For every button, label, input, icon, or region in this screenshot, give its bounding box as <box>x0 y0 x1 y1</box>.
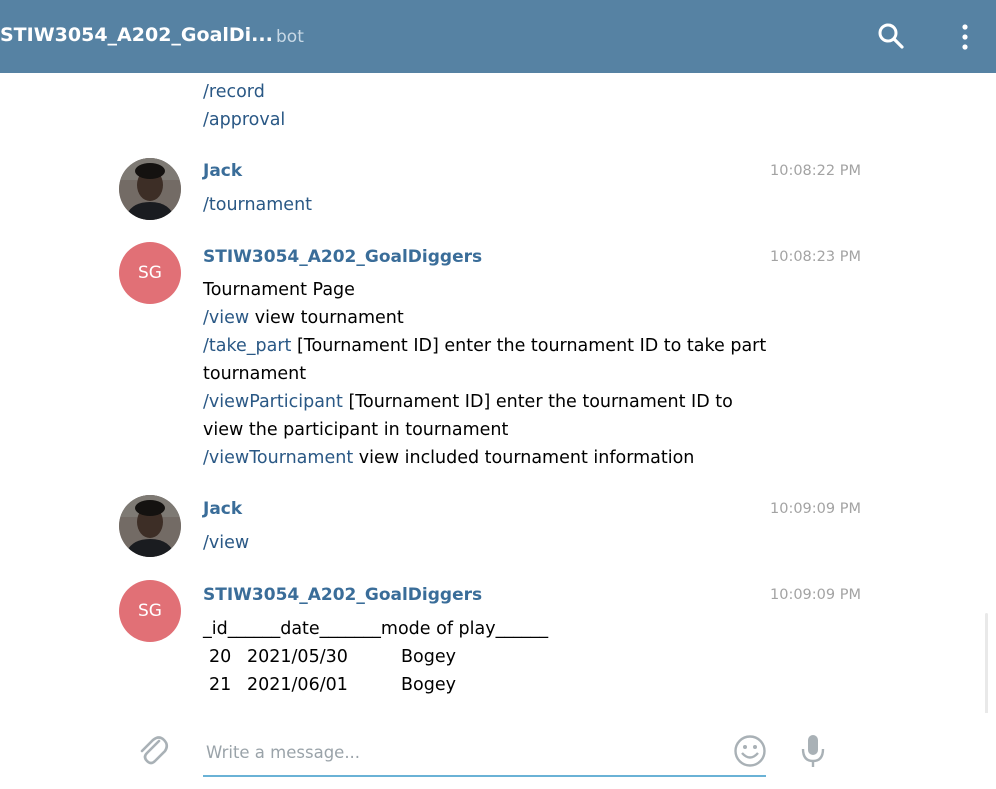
command-link[interactable]: /viewParticipant <box>203 392 343 412</box>
emoji-icon[interactable] <box>733 734 767 772</box>
message-line: /viewParticipant [Tournament ID] enter t… <box>203 388 733 416</box>
row-id: 20 <box>209 647 232 667</box>
row-date: 2021/06/01 <box>247 675 348 695</box>
search-icon[interactable] <box>877 22 905 54</box>
message-line: /take_part [Tournament ID] enter the tou… <box>203 332 766 360</box>
message-time: 10:09:09 PM <box>770 501 861 517</box>
message-line: view the participant in tournament <box>203 420 509 440</box>
command-link[interactable]: /record <box>203 82 265 102</box>
message-line[interactable]: /tournament <box>203 191 312 219</box>
sender-name[interactable]: Jack <box>203 161 242 181</box>
avatar[interactable] <box>119 158 181 220</box>
command-link[interactable]: /take_part <box>203 336 291 356</box>
message-composer <box>0 713 996 789</box>
message-line[interactable]: /approval <box>203 106 285 134</box>
message-line: /viewTournament view included tournament… <box>203 444 694 472</box>
message-list[interactable]: /record /approval Jack 10:08:22 PM /tour… <box>0 73 996 713</box>
row-id: 21 <box>209 675 232 695</box>
command-link[interactable]: /tournament <box>203 195 312 215</box>
avatar[interactable]: SG <box>119 242 181 304</box>
message-line: Tournament Page <box>203 280 355 300</box>
command-link[interactable]: /view <box>203 308 249 328</box>
message-time: 10:08:22 PM <box>770 163 861 179</box>
microphone-icon[interactable] <box>800 734 826 774</box>
sender-name[interactable]: STIW3054_A202_GoalDiggers <box>203 585 482 605</box>
avatar[interactable]: SG <box>119 580 181 642</box>
sender-name[interactable]: Jack <box>203 499 242 519</box>
table-header-line: _id______date_______mode of play______ <box>203 619 549 639</box>
command-link[interactable]: /view <box>203 533 249 553</box>
message-time: 10:09:09 PM <box>770 587 861 603</box>
chat-subtitle: bot <box>276 27 304 47</box>
avatar[interactable] <box>119 495 181 557</box>
message-line: /view view tournament <box>203 304 404 332</box>
message-text: [Tournament ID] enter the tournament ID … <box>342 392 733 412</box>
chat-title[interactable]: STIW3054_A202_GoalDi... <box>0 24 273 46</box>
paperclip-icon[interactable] <box>137 733 169 771</box>
message-time: 10:08:23 PM <box>770 249 861 265</box>
scrollbar[interactable] <box>985 613 988 713</box>
message-text: [Tournament ID] enter the tournament ID … <box>291 336 767 356</box>
command-link[interactable]: /viewTournament <box>203 448 353 468</box>
message-input[interactable] <box>203 733 772 771</box>
command-link[interactable]: /approval <box>203 110 285 130</box>
row-mode: Bogey <box>401 675 456 695</box>
sender-name[interactable]: STIW3054_A202_GoalDiggers <box>203 247 482 267</box>
message-input-wrapper <box>203 733 772 777</box>
message-line[interactable]: /view <box>203 529 249 557</box>
row-date: 2021/05/30 <box>247 647 348 667</box>
message-text: view tournament <box>249 308 404 328</box>
chat-header: STIW3054_A202_GoalDi... bot <box>0 0 996 73</box>
message-line[interactable]: /record <box>203 78 265 106</box>
message-line: tournament <box>203 364 307 384</box>
row-mode: Bogey <box>401 647 456 667</box>
more-vertical-icon[interactable] <box>955 24 975 54</box>
message-text: view included tournament information <box>353 448 695 468</box>
